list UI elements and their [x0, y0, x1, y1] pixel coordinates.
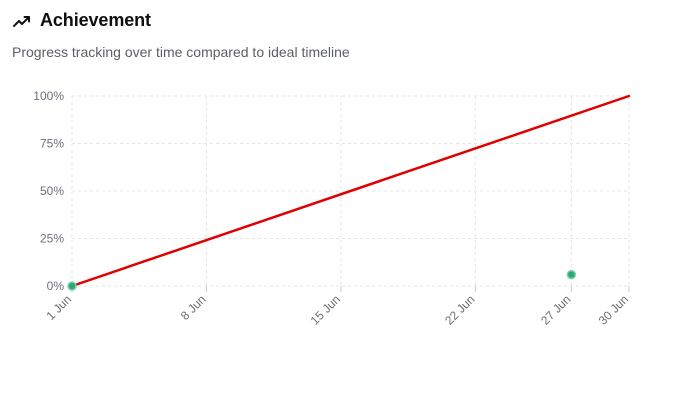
y-tick-label: 100%	[33, 89, 64, 103]
x-tick-label: 27 Jun	[538, 292, 573, 327]
ideal-timeline-line	[70, 94, 631, 288]
achievement-chart: 0% 25% 50% 75% 100% 1 Jun 8 Jun 15 Jun 22 Jun 27 …	[33, 89, 631, 328]
y-tick-label: 50%	[40, 184, 64, 198]
x-tick-label: 15 Jun	[308, 292, 343, 327]
y-tick-label: 0%	[47, 279, 65, 293]
x-tick-label: 22 Jun	[442, 292, 477, 327]
y-tick-label: 25%	[40, 232, 64, 246]
progress-point	[566, 269, 577, 280]
x-tick-label: 1 Jun	[43, 292, 74, 323]
progress-point	[67, 281, 77, 291]
x-tick-label: 8 Jun	[178, 292, 209, 323]
y-tick-label: 75%	[40, 137, 64, 151]
x-tick-label: 30 Jun	[596, 292, 631, 327]
